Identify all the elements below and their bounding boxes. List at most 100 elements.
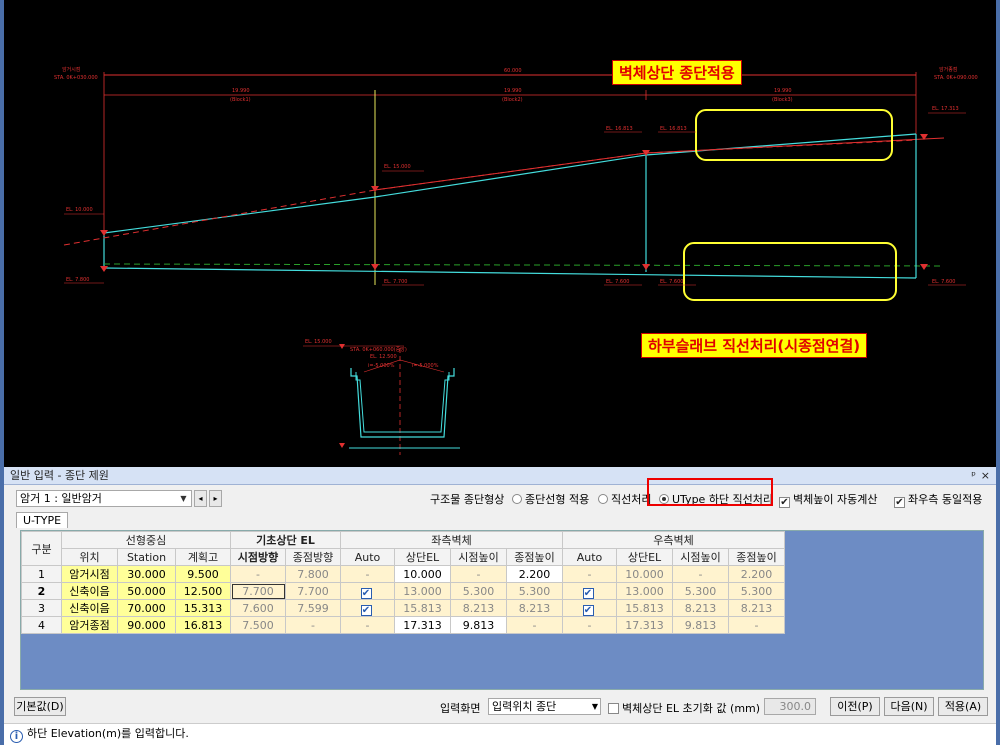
cell-l-eh[interactable]: - [506, 616, 563, 634]
next-button[interactable]: 다음(N) [884, 697, 934, 716]
label-seg3-name: (Block3) [772, 97, 793, 103]
input-screen-select[interactable]: 입력위치 종단 ▼ [488, 698, 601, 715]
pin-icon[interactable]: ᵖ [971, 467, 976, 485]
checkbox-icon [608, 703, 619, 714]
cell-bs[interactable]: - [230, 565, 286, 583]
cell-pos[interactable]: 신축이음 [61, 582, 118, 600]
cell-r-sh[interactable]: 8.213 [672, 599, 729, 617]
cell-pos[interactable]: 신축이음 [61, 599, 118, 617]
cell-r-auto[interactable]: - [562, 616, 617, 634]
cell-r-auto[interactable]: ✔ [562, 582, 617, 600]
prev-button[interactable]: 이전(P) [830, 697, 880, 716]
cell-be[interactable]: 7.599 [285, 599, 341, 617]
cell-station[interactable]: 30.000 [117, 565, 176, 583]
radio-longitudinal[interactable]: 종단선형 적용 [512, 491, 589, 507]
table-row[interactable]: 1 암거시점 30.000 9.500-7.800-10.000-2.200-10.0… [21, 565, 785, 583]
col-left-start-h: 시점높이 [450, 548, 507, 566]
col-pos: 위치 [61, 548, 118, 566]
cell-bs[interactable]: 7.500 [230, 616, 286, 634]
section-slope-right: i=-5.000% [412, 363, 439, 369]
cell-l-eh[interactable]: 2.200 [506, 565, 563, 583]
cell-l-sh[interactable]: - [450, 565, 507, 583]
cell-pos[interactable]: 암거종점 [61, 616, 118, 634]
init-checkbox[interactable]: 벽체상단 EL 초기화 값 (mm) [608, 700, 760, 716]
init-label: 벽체상단 EL 초기화 값 (mm) [622, 702, 761, 715]
cell-r-auto[interactable]: ✔ [562, 599, 617, 617]
cell-r-auto[interactable]: - [562, 565, 617, 583]
cell-r-top[interactable]: 15.813 [616, 599, 673, 617]
cad-viewport[interactable]: 암거시점 STA. 0K+030.000 암거종점 STA. 0K+090.00… [0, 0, 1000, 467]
close-icon[interactable]: × [981, 467, 990, 485]
col-left-top: 상단EL [394, 548, 451, 566]
col-group-left: 좌측벽체 [340, 531, 563, 549]
cell-l-top[interactable]: 17.313 [394, 616, 451, 634]
table-row[interactable]: 3 신축이음 70.000 15.313 7.600 7.599 ✔ 15.813 8.213 8… [21, 599, 785, 617]
cell-l-sh[interactable]: 9.813 [450, 616, 507, 634]
cell-r-top[interactable]: 13.000 [616, 582, 673, 600]
tab-utype[interactable]: U-TYPE [16, 512, 69, 528]
cell-r-top[interactable]: 10.000 [616, 565, 673, 583]
col-station: Station [117, 548, 176, 566]
col-left-auto: Auto [340, 548, 395, 566]
cell-l-auto[interactable]: - [340, 616, 395, 634]
chevron-down-icon[interactable]: ▼ [177, 492, 190, 505]
table-row[interactable]: 4 암거종점 90.000 16.813 7.500- -17.313 9.813- -17.… [21, 616, 785, 634]
cell-r-eh[interactable]: 8.213 [728, 599, 785, 617]
cell-l-auto[interactable]: ✔ [340, 582, 395, 600]
cell-l-sh[interactable]: 8.213 [450, 599, 507, 617]
cell-r-eh[interactable]: 2.200 [728, 565, 785, 583]
checkbox-checked-icon: ✔ [779, 497, 790, 508]
cell-station[interactable]: 50.000 [117, 582, 176, 600]
cell-l-top[interactable]: 15.813 [394, 599, 451, 617]
cell-l-eh[interactable]: 8.213 [506, 599, 563, 617]
cell-r-eh[interactable]: - [728, 616, 785, 634]
section-el-12: EL. 12.500 [370, 354, 397, 360]
default-button[interactable]: 기본값(D) [14, 697, 66, 716]
section-el-15: EL. 15.000 [305, 339, 332, 345]
cell-l-auto[interactable]: - [340, 565, 395, 583]
cell-be[interactable]: 7.700 [285, 582, 341, 600]
col-right-top: 상단EL [616, 548, 673, 566]
radio-straight[interactable]: 직선처리 [598, 491, 651, 507]
cell-l-sh[interactable]: 5.300 [450, 582, 507, 600]
cell-plan[interactable]: 12.500 [175, 582, 231, 600]
cell-station[interactable]: 90.000 [117, 616, 176, 634]
init-value-field[interactable]: 300.0 [764, 698, 816, 715]
cell-l-top[interactable]: 10.000 [394, 565, 451, 583]
cell-station[interactable]: 70.000 [117, 599, 176, 617]
label-seg2-name: (Block2) [502, 97, 523, 103]
culvert-selector[interactable]: 암거 1 : 일반암거 ▼ [16, 490, 192, 507]
input-screen-label: 입력화면 [440, 702, 481, 715]
next-culvert-button[interactable]: ▸ [209, 490, 222, 507]
cell-r-sh[interactable]: - [672, 565, 729, 583]
cell-be[interactable]: 7.800 [285, 565, 341, 583]
checkbox-same-both[interactable]: ✔ 좌우측 동일적용 [894, 491, 982, 508]
input-panel: 일반 입력 - 종단 제원 ᵖ × 암거 1 : 일반암거 ▼ ◂ ▸ 구조물 … [0, 467, 1000, 745]
cell-bs[interactable]: 7.600 [230, 599, 286, 617]
status-text: 하단 Elevation(m)를 입력합니다. [27, 727, 189, 740]
cell-r-sh[interactable]: 5.300 [672, 582, 729, 600]
label-el-7600-b: EL. 7.600 [660, 279, 683, 285]
cell-plan[interactable]: 16.813 [175, 616, 231, 634]
col-right-start-h: 시점높이 [672, 548, 729, 566]
cell-plan[interactable]: 9.500 [175, 565, 231, 583]
cell-r-sh[interactable]: 9.813 [672, 616, 729, 634]
table-row[interactable]: 2 신축이음 50.000 12.500 7.700 7.700 ✔ 13.000 5.300 5… [21, 582, 785, 600]
apply-button[interactable]: 적용(A) [938, 697, 988, 716]
cell-r-top[interactable]: 17.313 [616, 616, 673, 634]
cell-r-eh[interactable]: 5.300 [728, 582, 785, 600]
cell-l-auto[interactable]: ✔ [340, 599, 395, 617]
prev-culvert-button[interactable]: ◂ [194, 490, 207, 507]
col-plan: 계획고 [175, 548, 231, 566]
checkbox-auto-height[interactable]: ✔ 벽체높이 자동계산 [779, 491, 877, 508]
row-number: 4 [21, 616, 62, 634]
options-row: 암거 1 : 일반암거 ▼ ◂ ▸ 구조물 종단형상 종단선형 적용 직선처리 … [4, 485, 996, 511]
highlight-box [647, 478, 773, 506]
label-el-15: EL. 15.000 [384, 164, 411, 170]
cell-l-eh[interactable]: 5.300 [506, 582, 563, 600]
cell-bs[interactable]: 7.700 [230, 582, 286, 600]
cell-be[interactable]: - [285, 616, 341, 634]
cell-plan[interactable]: 15.313 [175, 599, 231, 617]
cell-pos[interactable]: 암거시점 [61, 565, 118, 583]
cell-l-top[interactable]: 13.000 [394, 582, 451, 600]
